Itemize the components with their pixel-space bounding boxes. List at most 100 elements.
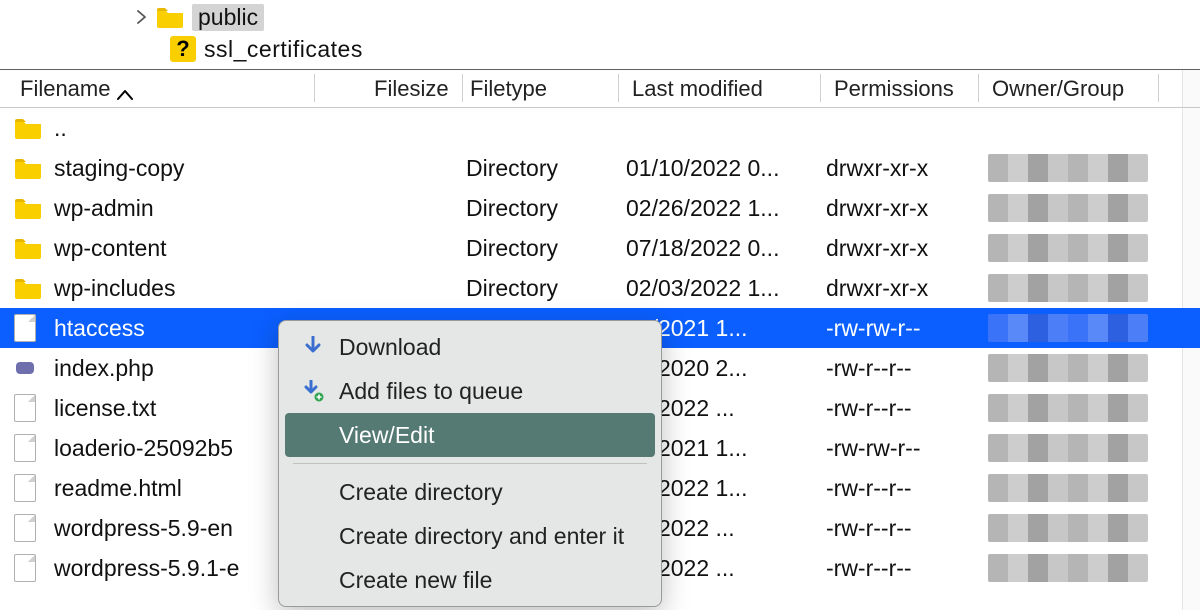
directory-tree: public ? ssl_certificates (0, 0, 1200, 70)
file-name: readme.html (54, 475, 314, 502)
header-last-modified[interactable]: Last modified (632, 70, 763, 107)
header-filename[interactable]: Filename (20, 70, 134, 107)
header-filename-label: Filename (20, 76, 110, 102)
chevron-right-icon[interactable] (134, 10, 148, 24)
file-icon (14, 394, 44, 422)
file-permissions: -rw-r--r-- (826, 555, 986, 582)
file-type: Directory (466, 275, 616, 302)
file-name: loaderio-25092b5 (54, 435, 314, 462)
column-headers: Filename Filesize Filetype Last modified… (0, 70, 1200, 108)
file-permissions: -rw-r--r-- (826, 515, 986, 542)
header-filesize-label: Filesize (374, 76, 449, 102)
menu-item[interactable]: Create new file (285, 558, 655, 602)
file-permissions: drwxr-xr-x (826, 155, 986, 182)
file-type: Directory (466, 235, 616, 262)
download-icon (301, 336, 325, 358)
menu-item[interactable]: Download (285, 325, 655, 369)
file-icon (14, 434, 44, 462)
tree-item-public[interactable]: public (120, 0, 1200, 34)
file-row[interactable]: staging-copy Directory 01/10/2022 0...drwx… (0, 148, 1200, 188)
column-separator[interactable] (820, 74, 821, 102)
menu-item[interactable]: Create directory and enter it (285, 514, 655, 558)
tree-label-ssl: ssl_certificates (204, 36, 363, 63)
file-permissions: drwxr-xr-x (826, 275, 986, 302)
file-modified: 02/26/2022 1... (626, 195, 826, 222)
column-separator[interactable] (1158, 74, 1159, 102)
file-row[interactable]: .. (0, 108, 1200, 148)
file-permissions: drwxr-xr-x (826, 195, 986, 222)
menu-item-label: View/Edit (339, 422, 434, 449)
header-owner-group-label: Owner/Group (992, 76, 1124, 102)
column-separator[interactable] (462, 74, 463, 102)
header-filesize[interactable]: Filesize (374, 70, 449, 107)
sort-ascending-icon (116, 82, 134, 96)
file-name: .. (54, 115, 314, 142)
menu-item-label: Create new file (339, 567, 492, 594)
unknown-icon: ? (170, 36, 196, 62)
file-name: wp-includes (54, 275, 314, 302)
file-row[interactable]: wp-includes Directory 02/03/2022 1...drwxr… (0, 268, 1200, 308)
file-name: wp-admin (54, 195, 314, 222)
file-name: htaccess (54, 315, 314, 342)
file-owner-group (988, 394, 1156, 422)
file-icon (14, 474, 44, 502)
column-separator[interactable] (978, 74, 979, 102)
file-owner-group (988, 554, 1156, 582)
file-owner-group (988, 354, 1156, 382)
file-row[interactable]: wp-content Directory 07/18/2022 0...drwxr-… (0, 228, 1200, 268)
menu-item[interactable]: View/Edit (285, 413, 655, 457)
folder-icon (14, 197, 44, 219)
header-filetype[interactable]: Filetype (470, 70, 547, 107)
file-row[interactable]: wp-admin Directory 02/26/2022 1...drwxr-xr… (0, 188, 1200, 228)
folder-icon (14, 277, 44, 299)
file-owner-group (988, 474, 1156, 502)
header-permissions[interactable]: Permissions (834, 70, 954, 107)
folder-icon (14, 237, 44, 259)
tree-item-ssl[interactable]: ? ssl_certificates (120, 32, 1200, 66)
file-permissions: -rw-rw-r-- (826, 315, 986, 342)
tree-label-public: public (192, 4, 264, 31)
file-icon (14, 314, 44, 342)
file-modified: 01/10/2022 0... (626, 155, 826, 182)
file-owner-group (988, 434, 1156, 462)
file-permissions: -rw-rw-r-- (826, 435, 986, 462)
header-permissions-label: Permissions (834, 76, 954, 102)
php-icon (14, 354, 44, 382)
file-name: license.txt (54, 395, 314, 422)
file-permissions: -rw-r--r-- (826, 395, 986, 422)
column-separator[interactable] (618, 74, 619, 102)
add-to-queue-icon (301, 380, 325, 402)
file-type: Directory (466, 195, 616, 222)
menu-item[interactable]: Add files to queue (285, 369, 655, 413)
menu-item-label: Add files to queue (339, 378, 523, 405)
file-owner-group (988, 274, 1156, 302)
file-name: wordpress-5.9-en (54, 515, 314, 542)
file-owner-group (988, 234, 1156, 262)
header-owner-group[interactable]: Owner/Group (992, 70, 1124, 107)
folder-icon (14, 117, 44, 139)
file-owner-group (988, 314, 1156, 342)
folder-icon (14, 157, 44, 179)
file-name: wp-content (54, 235, 314, 262)
header-filetype-label: Filetype (470, 76, 547, 102)
header-last-modified-label: Last modified (632, 76, 763, 102)
file-type: Directory (466, 155, 616, 182)
file-permissions: drwxr-xr-x (826, 235, 986, 262)
menu-item[interactable]: Create directory (285, 470, 655, 514)
file-owner-group (988, 194, 1156, 222)
menu-item-label: Create directory (339, 479, 503, 506)
file-icon (14, 514, 44, 542)
file-permissions: -rw-r--r-- (826, 475, 986, 502)
file-name: staging-copy (54, 155, 314, 182)
file-owner-group (988, 514, 1156, 542)
file-name: wordpress-5.9.1-e (54, 555, 314, 582)
menu-separator (293, 463, 647, 464)
file-modified: 07/18/2022 0... (626, 235, 826, 262)
menu-item-label: Download (339, 334, 441, 361)
file-permissions: -rw-r--r-- (826, 355, 986, 382)
column-separator[interactable] (314, 74, 315, 102)
file-name: index.php (54, 355, 314, 382)
file-modified: 02/03/2022 1... (626, 275, 826, 302)
context-menu: Download Add files to queue View/Edit Creat… (278, 320, 662, 607)
file-icon (14, 554, 44, 582)
